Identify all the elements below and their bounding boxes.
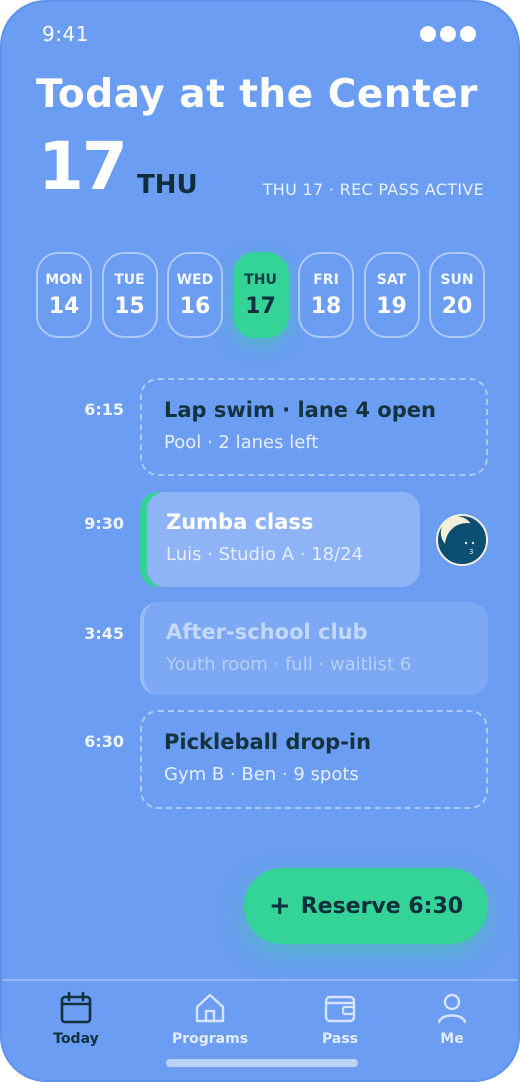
day-pill-thu-selected[interactable]: THU 17 [232, 252, 289, 338]
day-pill-mon[interactable]: MON 14 [36, 252, 92, 338]
day-pill-fri[interactable]: FRI 18 [298, 252, 354, 338]
day-number: 15 [114, 293, 145, 319]
status-time: 9:41 [42, 22, 89, 46]
schedule-card-after-school[interactable]: After-school club Youth room · full · wa… [140, 602, 488, 695]
day-pill-sat[interactable]: SAT 19 [363, 252, 420, 338]
day-pill-wed[interactable]: WED 16 [167, 252, 223, 338]
card-title: After-school club [166, 620, 368, 644]
tab-programs[interactable]: Programs [150, 991, 270, 1047]
card-title: Pickleball drop-in [164, 730, 372, 754]
day-name: FRI [313, 271, 339, 288]
today-date-number: 17 [38, 128, 128, 205]
schedule-card-zumba[interactable]: Zumba class Luis · Studio A · 18/24 [140, 492, 420, 587]
card-subtitle: Gym B · Ben · 9 spots [164, 764, 359, 785]
card-subtitle: Youth room · full · waitlist 6 [166, 654, 412, 675]
reserve-button[interactable]: + Reserve 6:30 [244, 868, 488, 944]
day-name: TUE [114, 271, 145, 288]
reserve-label: Reserve 6:30 [300, 893, 464, 919]
home-indicator[interactable] [166, 1059, 358, 1067]
instructor-avatar[interactable]: 3 [436, 514, 488, 566]
tab-today[interactable]: Today [16, 991, 136, 1047]
pass-status: THU 17 · REC PASS ACTIVE [262, 180, 484, 199]
card-subtitle: Luis · Studio A · 18/24 [166, 544, 364, 565]
day-name: WED [176, 271, 214, 288]
time-label: 9:30 [84, 514, 124, 533]
tab-me[interactable]: Me [392, 991, 512, 1047]
status-indicator-icon [420, 26, 476, 42]
calendar-icon [60, 991, 92, 1024]
day-number: 14 [48, 293, 80, 319]
time-label: 6:15 [84, 400, 124, 419]
tab-label: Pass [322, 1031, 358, 1047]
day-name: SUN [440, 271, 474, 288]
tab-pass[interactable]: Pass [280, 991, 400, 1047]
home-icon [195, 993, 225, 1023]
schedule-card-lap-swim[interactable]: Lap swim · lane 4 open Pool · 2 lanes le… [140, 378, 488, 476]
person-icon [437, 993, 467, 1024]
svg-text:3: 3 [469, 548, 473, 556]
day-number: 17 [245, 293, 276, 319]
day-pill-tue[interactable]: TUE 15 [101, 252, 158, 338]
time-label: 3:45 [84, 624, 124, 643]
card-title: Lap swim · lane 4 open [164, 398, 436, 422]
plus-icon: + [268, 891, 291, 921]
today-day-of-week: THU [137, 170, 198, 200]
day-pill-sun[interactable]: SUN 20 [429, 252, 485, 338]
day-name: MON [45, 271, 83, 288]
tab-label: Me [440, 1031, 464, 1047]
day-number: 18 [310, 293, 342, 319]
phone-screen: 9:41 Today at the Center 17 THU THU 17 ·… [0, 0, 520, 1082]
page-title: Today at the Center [36, 72, 478, 117]
day-number: 16 [179, 293, 211, 319]
day-number: 19 [376, 293, 407, 319]
card-title: Zumba class [166, 510, 314, 534]
day-name: THU [244, 271, 277, 288]
tab-label: Programs [171, 1031, 249, 1047]
schedule-card-pickleball[interactable]: Pickleball drop-in Gym B · Ben · 9 spots [140, 710, 488, 809]
day-selector: MON 14 TUE 15 WED 16 THU 17 FRI 18 SAT 1… [36, 252, 485, 338]
day-number: 20 [441, 293, 473, 319]
wallet-icon [324, 995, 356, 1023]
tab-label: Today [53, 1031, 99, 1047]
day-name: SAT [376, 271, 407, 288]
time-label: 6:30 [84, 732, 124, 751]
card-subtitle: Pool · 2 lanes left [164, 432, 319, 453]
